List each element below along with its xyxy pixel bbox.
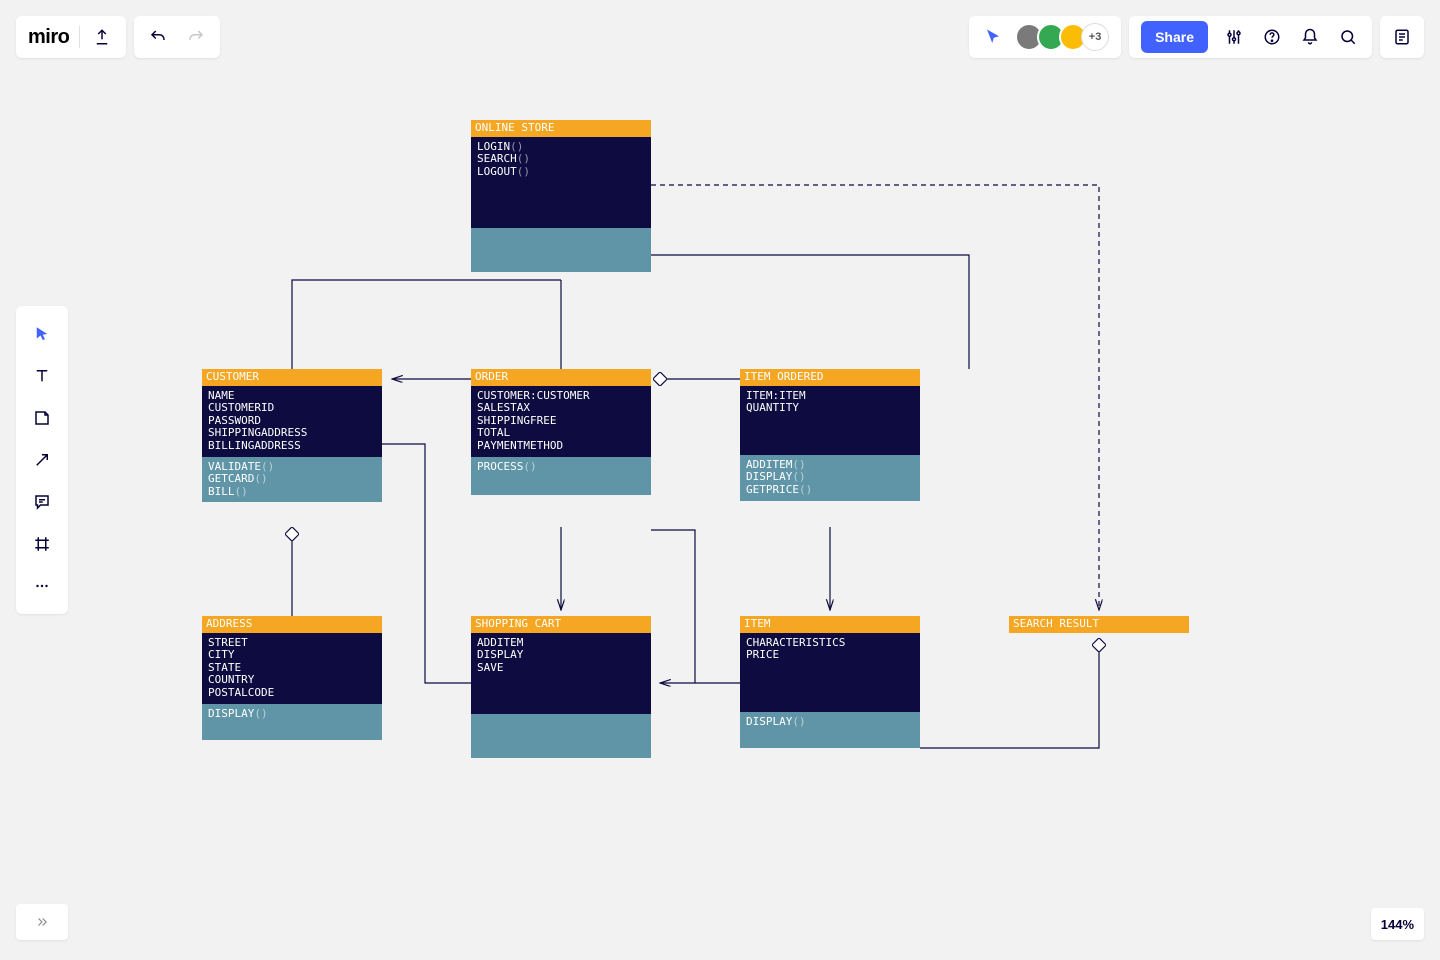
notifications-icon[interactable] (1298, 25, 1322, 49)
avatars[interactable]: +3 (1015, 23, 1109, 51)
class-title: ADDRESS (202, 616, 382, 633)
select-tool-icon[interactable] (30, 322, 54, 346)
collapse-panel-icon[interactable] (16, 904, 68, 940)
share-button[interactable]: Share (1141, 21, 1208, 53)
class-attrs: STREETCITYSTATECOUNTRYPOSTALCODE (202, 633, 382, 704)
class-item[interactable]: ITEM CHARACTERISTICSPRICE DISPLAY() (740, 616, 920, 748)
class-online-store[interactable]: ONLINE STORE LOGIN()SEARCH()LOGOUT() (471, 120, 651, 272)
class-attrs: LOGIN()SEARCH()LOGOUT() (471, 137, 651, 229)
class-attrs: ADDITEMDISPLAYSAVE (471, 633, 651, 715)
class-title: ITEM (740, 616, 920, 633)
history-pill (134, 16, 220, 58)
class-methods: DISPLAY() (202, 704, 382, 741)
search-icon[interactable] (1336, 25, 1360, 49)
avatar-more[interactable]: +3 (1081, 23, 1109, 51)
class-title: ITEM ORDERED (740, 369, 920, 386)
text-tool-icon[interactable] (30, 364, 54, 388)
class-title: SHOPPING CART (471, 616, 651, 633)
notes-icon[interactable] (1390, 25, 1414, 49)
class-order[interactable]: ORDER CUSTOMER:CUSTOMERSALESTAXSHIPPINGF… (471, 369, 651, 495)
app-logo[interactable]: miro (28, 26, 69, 49)
class-title: ONLINE STORE (471, 120, 651, 137)
cursor-presence-icon[interactable] (981, 25, 1005, 49)
class-title: CUSTOMER (202, 369, 382, 386)
undo-icon[interactable] (146, 25, 170, 49)
zoom-level[interactable]: 144% (1371, 908, 1424, 940)
more-tools-icon[interactable] (30, 574, 54, 598)
class-attrs: CUSTOMER:CUSTOMERSALESTAXSHIPPINGFREETOT… (471, 386, 651, 457)
class-methods: DISPLAY() (740, 712, 920, 749)
class-title: ORDER (471, 369, 651, 386)
arrow-tool-icon[interactable] (30, 448, 54, 472)
sticky-note-tool-icon[interactable] (30, 406, 54, 430)
class-methods (471, 714, 651, 758)
class-methods (471, 228, 651, 272)
class-attrs: ITEM:ITEMQUANTITY (740, 386, 920, 455)
class-title: SEARCH RESULT (1009, 616, 1189, 633)
settings-icon[interactable] (1222, 25, 1246, 49)
class-customer[interactable]: CUSTOMER NAMECUSTOMERIDPASSWORDSHIPPINGA… (202, 369, 382, 502)
class-attrs: NAMECUSTOMERIDPASSWORDSHIPPINGADDRESSBIL… (202, 386, 382, 457)
tools-sidebar (16, 306, 68, 614)
class-methods: ADDITEM()DISPLAY()GETPRICE() (740, 455, 920, 501)
class-methods: VALIDATE()GETCARD()BILL() (202, 457, 382, 503)
notes-pill[interactable] (1380, 16, 1424, 58)
class-search-result[interactable]: SEARCH RESULT (1009, 616, 1189, 633)
redo-icon[interactable] (184, 25, 208, 49)
class-address[interactable]: ADDRESS STREETCITYSTATECOUNTRYPOSTALCODE… (202, 616, 382, 740)
class-shopping-cart[interactable]: SHOPPING CART ADDITEMDISPLAYSAVE (471, 616, 651, 758)
class-methods: PROCESS() (471, 457, 651, 496)
class-attrs: CHARACTERISTICSPRICE (740, 633, 920, 712)
help-icon[interactable] (1260, 25, 1284, 49)
export-icon[interactable] (90, 25, 114, 49)
canvas[interactable]: ONLINE STORE LOGIN()SEARCH()LOGOUT() CUS… (0, 0, 1440, 960)
class-item-ordered[interactable]: ITEM ORDERED ITEM:ITEMQUANTITY ADDITEM()… (740, 369, 920, 501)
collab-pill: +3 (969, 16, 1121, 58)
topbar: miro +3 Sh (16, 16, 1424, 58)
divider (79, 26, 80, 48)
frame-tool-icon[interactable] (30, 532, 54, 556)
logo-pill: miro (16, 16, 126, 58)
actions-pill: Share (1129, 16, 1372, 58)
comment-tool-icon[interactable] (30, 490, 54, 514)
